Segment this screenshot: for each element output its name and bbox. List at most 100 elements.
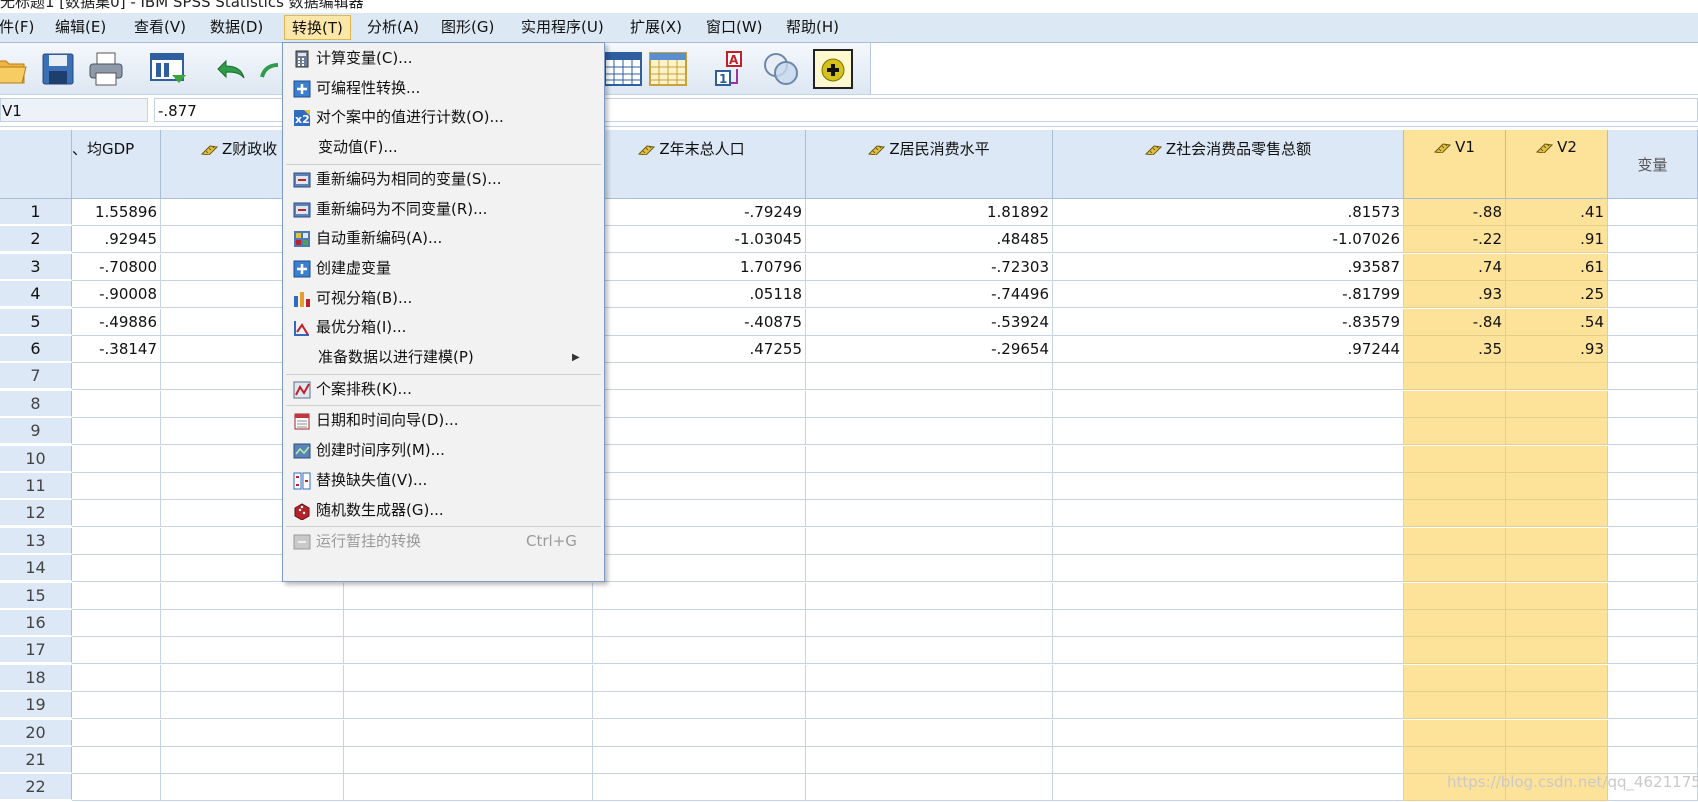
column-header-gdp[interactable]: 、均GDP bbox=[72, 130, 161, 199]
grid-cell[interactable] bbox=[1404, 445, 1506, 473]
split-grid-icon[interactable] bbox=[648, 49, 688, 89]
value-labels-icon[interactable]: A 1 bbox=[713, 49, 753, 89]
grid-cell[interactable] bbox=[1404, 664, 1506, 692]
grid-cell[interactable] bbox=[1506, 473, 1608, 500]
grid-cell[interactable] bbox=[593, 363, 806, 391]
grid-cell[interactable] bbox=[1404, 692, 1506, 720]
grid-cell[interactable] bbox=[1608, 336, 1698, 363]
grid-cell[interactable] bbox=[72, 418, 161, 446]
grid-cell[interactable] bbox=[593, 418, 806, 446]
grid-cell[interactable]: .48485 bbox=[806, 226, 1053, 254]
grid-cell[interactable]: .92945 bbox=[72, 226, 161, 254]
menu-utilities[interactable]: 实用程序(U) bbox=[514, 15, 611, 40]
grid-cell[interactable] bbox=[161, 692, 344, 720]
grid-cell[interactable]: -.84 bbox=[1404, 308, 1506, 336]
grid-cell[interactable] bbox=[806, 747, 1053, 774]
grid-cell[interactable]: -.53924 bbox=[806, 308, 1053, 336]
transform-menu-item[interactable]: 可编程性转换... bbox=[283, 74, 604, 103]
grid-cell[interactable]: .25 bbox=[1506, 281, 1608, 309]
column-header-z-consumption[interactable]: Z居民消费水平 bbox=[806, 130, 1053, 199]
grid-cell[interactable] bbox=[1608, 555, 1698, 583]
grid-cell[interactable] bbox=[593, 774, 806, 802]
grid-cell[interactable] bbox=[1506, 637, 1608, 665]
grid-cell[interactable] bbox=[1404, 390, 1506, 418]
grid-cell[interactable] bbox=[593, 664, 806, 692]
grid-cell[interactable] bbox=[593, 747, 806, 774]
grid-cell[interactable] bbox=[1506, 664, 1608, 692]
grid-cell[interactable] bbox=[1608, 527, 1698, 555]
transform-menu-item[interactable]: 自动重新编码(A)... bbox=[283, 224, 604, 253]
grid-cell[interactable]: -.81799 bbox=[1053, 281, 1404, 309]
grid-cell[interactable] bbox=[593, 527, 806, 555]
grid-cell[interactable]: 1.70796 bbox=[593, 253, 806, 281]
grid-cell[interactable] bbox=[593, 692, 806, 720]
menu-data[interactable]: 数据(D) bbox=[203, 15, 270, 40]
grid-cell[interactable] bbox=[161, 582, 344, 610]
row-number[interactable]: 12 bbox=[0, 500, 72, 527]
grid-cell[interactable] bbox=[72, 445, 161, 473]
grid-cell[interactable] bbox=[1053, 582, 1404, 610]
row-number[interactable]: 6 bbox=[0, 336, 72, 362]
grid-cell[interactable] bbox=[1608, 637, 1698, 665]
grid-cell[interactable] bbox=[344, 582, 593, 610]
grid-cell[interactable] bbox=[1506, 555, 1608, 583]
transform-menu-item[interactable]: 个案排秩(K)... bbox=[283, 375, 604, 404]
transform-menu-item[interactable]: 创建时间序列(M)... bbox=[283, 436, 604, 465]
grid-cell[interactable]: .97244 bbox=[1053, 336, 1404, 363]
grid-cell[interactable] bbox=[593, 555, 806, 583]
row-number[interactable]: 3 bbox=[0, 253, 72, 280]
grid-cell[interactable]: 1.55896 bbox=[72, 199, 161, 226]
grid-cell[interactable] bbox=[344, 637, 593, 665]
grid-cell[interactable] bbox=[593, 473, 806, 500]
grid-cell[interactable] bbox=[806, 390, 1053, 418]
grid-cell[interactable] bbox=[161, 774, 344, 802]
row-number[interactable]: 14 bbox=[0, 555, 72, 582]
grid-cell[interactable]: 1.81892 bbox=[806, 199, 1053, 226]
grid-cell[interactable]: -.79249 bbox=[593, 199, 806, 226]
grid-cell[interactable] bbox=[1506, 747, 1608, 774]
grid-cell[interactable] bbox=[1053, 747, 1404, 774]
grid-cell[interactable] bbox=[806, 500, 1053, 528]
grid-cell[interactable] bbox=[1404, 582, 1506, 610]
grid-cell[interactable]: .74 bbox=[1404, 253, 1506, 281]
menu-extensions[interactable]: 扩展(X) bbox=[623, 15, 689, 40]
menu-transform[interactable]: 转换(T) bbox=[284, 15, 351, 40]
grid-cell[interactable] bbox=[1053, 610, 1404, 637]
grid-cell[interactable] bbox=[344, 692, 593, 720]
grid-cell[interactable]: -.40875 bbox=[593, 308, 806, 336]
grid-cell[interactable] bbox=[72, 582, 161, 610]
grid-cell[interactable] bbox=[1608, 253, 1698, 281]
column-header-v1[interactable]: V1 bbox=[1404, 130, 1506, 199]
grid-cell[interactable]: .61 bbox=[1506, 253, 1608, 281]
menu-graphs[interactable]: 图形(G) bbox=[434, 15, 501, 40]
row-number[interactable]: 22 bbox=[0, 774, 72, 801]
menu-analyze[interactable]: 分析(A) bbox=[360, 15, 426, 40]
transform-menu-item[interactable]: 变动值(F)... bbox=[283, 133, 604, 162]
grid-cell[interactable]: -.90008 bbox=[72, 281, 161, 309]
grid-cell[interactable] bbox=[72, 664, 161, 692]
grid-cell[interactable] bbox=[161, 610, 344, 637]
grid-cell[interactable]: -.88 bbox=[1404, 199, 1506, 226]
grid-cell[interactable] bbox=[1506, 692, 1608, 720]
grid-cell[interactable]: -1.07026 bbox=[1053, 226, 1404, 254]
grid-cell[interactable]: -.72303 bbox=[806, 253, 1053, 281]
menu-view[interactable]: 查看(V) bbox=[127, 15, 193, 40]
grid-cell[interactable] bbox=[806, 363, 1053, 391]
open-folder-icon[interactable] bbox=[0, 49, 30, 89]
transform-menu-item[interactable]: 替换缺失值(V)... bbox=[283, 466, 604, 495]
grid-cell[interactable] bbox=[72, 719, 161, 747]
transform-menu-item[interactable]: 可视分箱(B)... bbox=[283, 284, 604, 313]
transform-menu-item[interactable]: x2 对个案中的值进行计数(O)... bbox=[283, 103, 604, 132]
grid-cell[interactable]: -.38147 bbox=[72, 336, 161, 363]
grid-cell[interactable] bbox=[1608, 664, 1698, 692]
menu-help[interactable]: 帮助(H) bbox=[779, 15, 846, 40]
grid-cell[interactable] bbox=[1404, 610, 1506, 637]
grid-cell[interactable] bbox=[1404, 473, 1506, 500]
grid-cell[interactable]: .93587 bbox=[1053, 253, 1404, 281]
print-icon[interactable] bbox=[86, 49, 126, 89]
row-number[interactable]: 9 bbox=[0, 418, 72, 445]
grid-cell[interactable] bbox=[72, 610, 161, 637]
grid-cell[interactable] bbox=[161, 747, 344, 774]
use-sets-icon[interactable] bbox=[761, 49, 801, 89]
grid-cell[interactable]: .41 bbox=[1506, 199, 1608, 226]
